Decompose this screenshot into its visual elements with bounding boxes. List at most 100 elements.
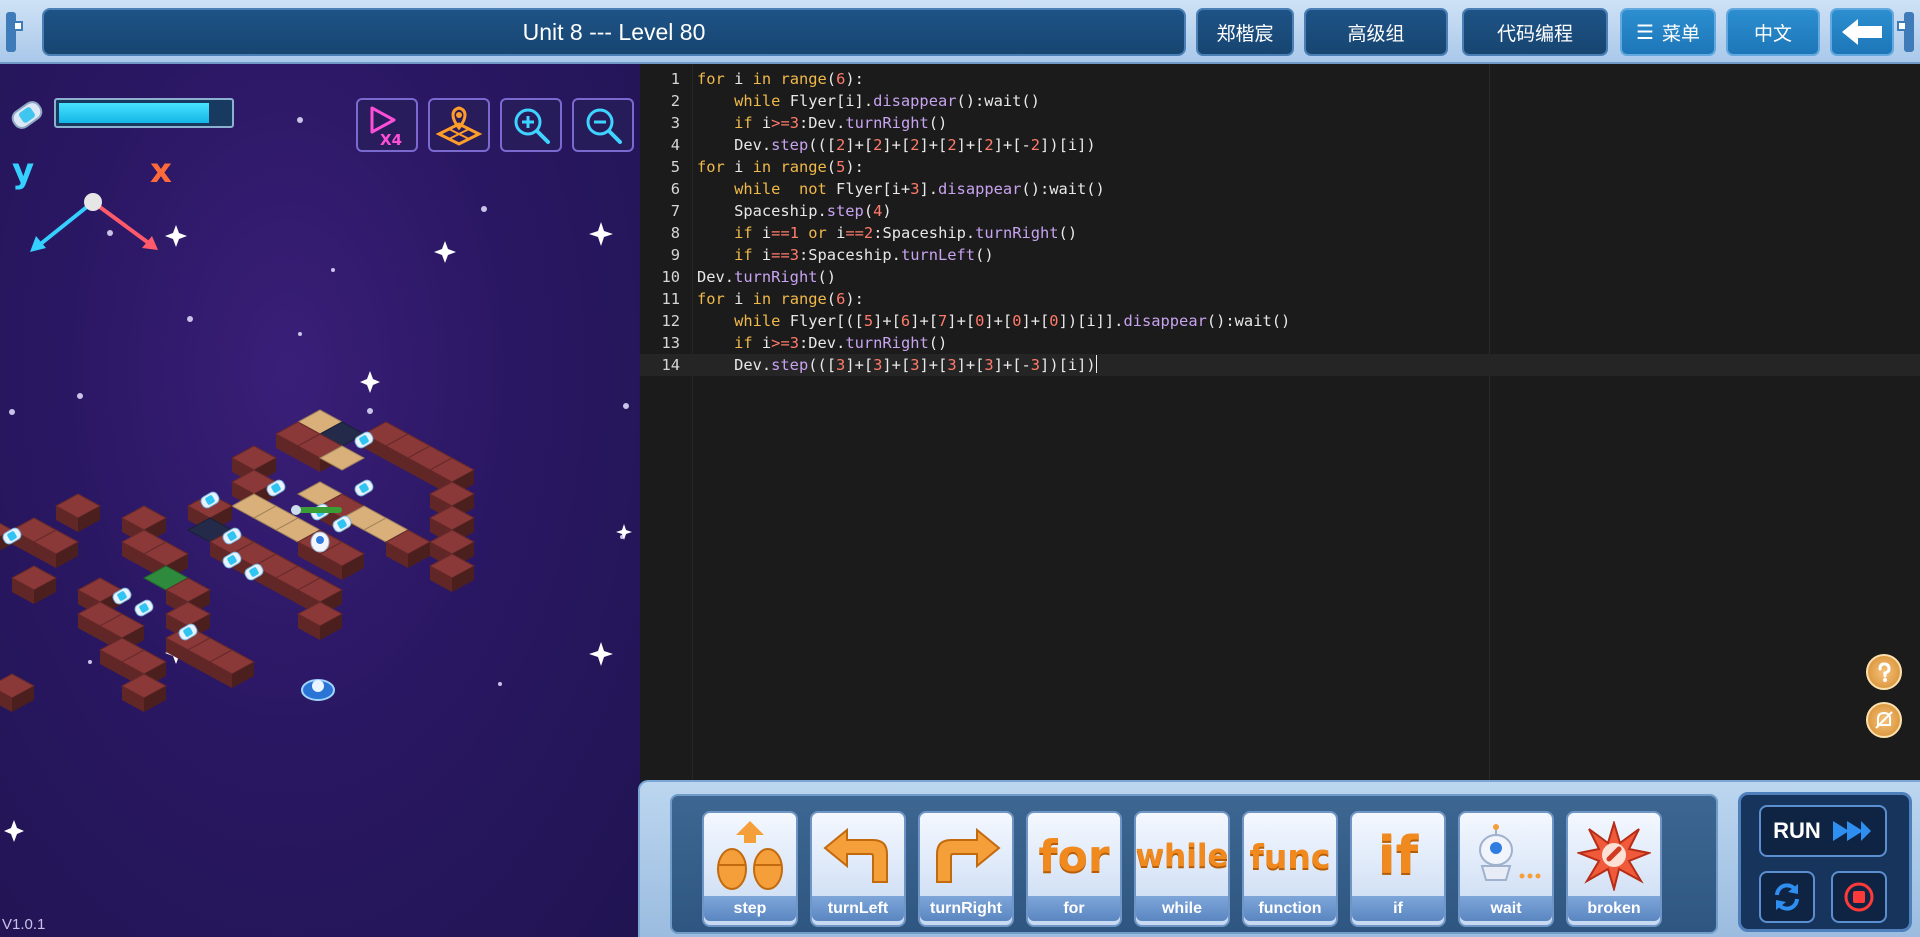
- if-command-button[interactable]: if if: [1350, 811, 1446, 927]
- question-mark-icon: [1878, 662, 1891, 682]
- language-button[interactable]: 中文: [1726, 8, 1820, 56]
- code-text[interactable]: Dev.turnRight(): [697, 266, 836, 288]
- flyer-capsule-icon: [134, 599, 154, 617]
- command-tray: step turnLeft turnRight for for while wh…: [670, 794, 1718, 934]
- turn-right-command-button[interactable]: turnRight: [918, 811, 1014, 927]
- code-line[interactable]: 2 while Flyer[i].disappear():wait(): [640, 90, 1920, 112]
- function-label: function: [1244, 896, 1336, 921]
- mute-notifications-button[interactable]: [1866, 702, 1902, 738]
- line-number: 5: [670, 158, 680, 176]
- zoom-out-icon: [586, 108, 622, 144]
- panel-corner-ornament-icon: [1897, 12, 1914, 52]
- board-tile: [54, 493, 102, 532]
- code-text[interactable]: if i>=3:Dev.turnRight(): [697, 112, 947, 134]
- for-command-button[interactable]: for for: [1026, 811, 1122, 927]
- line-number: 3: [670, 114, 680, 132]
- if-label: if: [1352, 896, 1444, 921]
- explosion-icon: [1577, 821, 1651, 891]
- level-title: Unit 8 --- Level 80: [42, 8, 1186, 56]
- line-number: 14: [661, 356, 680, 374]
- speed-x4-button[interactable]: X4: [356, 98, 418, 152]
- code-text[interactable]: Dev.step(([2]+[2]+[2]+[2]+[2]+[-2])[i]): [697, 134, 1096, 156]
- code-line[interactable]: 10 Dev.turnRight(): [640, 266, 1920, 288]
- top-bar: Unit 8 --- Level 80 郑楷宸 高级组 代码编程 ☰ 菜单 中文: [0, 0, 1920, 64]
- map-location-button[interactable]: [428, 98, 490, 152]
- code-text[interactable]: for i in range(6):: [697, 68, 864, 90]
- while-label: while: [1136, 896, 1228, 921]
- turn-left-command-button[interactable]: turnLeft: [810, 811, 906, 927]
- code-line[interactable]: 7 Spaceship.step(4): [640, 200, 1920, 222]
- code-text[interactable]: while not Flyer[i+3].disappear():wait(): [697, 178, 1105, 200]
- step-command-button[interactable]: step: [702, 811, 798, 927]
- code-text[interactable]: for i in range(6):: [697, 288, 864, 310]
- zoom-out-button[interactable]: [572, 98, 634, 152]
- code-text[interactable]: if i==3:Spaceship.turnLeft(): [697, 244, 994, 266]
- back-button[interactable]: [1830, 8, 1894, 56]
- code-text[interactable]: Dev.step(([3]+[3]+[3]+[3]+[3]+[-3])[i]): [697, 354, 1097, 376]
- code-editor[interactable]: 1 for i in range(6): 2 while Flyer[i].disa…: [640, 64, 1920, 780]
- wait-command-button[interactable]: wait: [1458, 811, 1554, 927]
- code-text[interactable]: Spaceship.step(4): [697, 200, 892, 222]
- text-cursor: [1095, 355, 1097, 373]
- code-line[interactable]: 3 if i>=3:Dev.turnRight(): [640, 112, 1920, 134]
- code-line[interactable]: 12 while Flyer[([5]+[6]+[7]+[0]+[0]+[0])…: [640, 310, 1920, 332]
- version-label: V1.0.1: [2, 916, 46, 933]
- code-line[interactable]: 4 Dev.step(([2]+[2]+[2]+[2]+[2]+[-2])[i]…: [640, 134, 1920, 156]
- panel-corner-ornament-icon: [6, 12, 23, 52]
- speed-x4-icon: X4: [370, 106, 402, 148]
- while-keyword-icon: while: [1135, 838, 1229, 874]
- board-tile: [120, 673, 168, 712]
- code-text[interactable]: while Flyer[([5]+[6]+[7]+[0]+[0]+[0])[i]…: [697, 310, 1290, 332]
- code-text[interactable]: for i in range(5):: [697, 156, 864, 178]
- energy-bar: [54, 98, 234, 128]
- line-number: 11: [661, 290, 680, 308]
- code-line[interactable]: 11 for i in range(6):: [640, 288, 1920, 310]
- board-tile: [428, 553, 476, 592]
- line-number: 13: [661, 334, 680, 352]
- line-number: 6: [670, 180, 680, 198]
- code-line[interactable]: 14 Dev.step(([3]+[3]+[3]+[3]+[3]+[-3])[i…: [640, 354, 1920, 376]
- energy-capsule-icon: [11, 101, 43, 129]
- bell-off-icon: [1875, 711, 1893, 729]
- stop-icon: [1844, 882, 1874, 912]
- map-pin-icon: [435, 106, 483, 146]
- step-label: step: [704, 896, 796, 921]
- group-button[interactable]: 高级组: [1304, 8, 1448, 56]
- user-name-button[interactable]: 郑楷宸: [1196, 8, 1294, 56]
- energy-bar-fill: [59, 103, 209, 123]
- mode-button[interactable]: 代码编程: [1462, 8, 1608, 56]
- broken-command-button[interactable]: broken: [1566, 811, 1662, 927]
- function-command-button[interactable]: func function: [1242, 811, 1338, 927]
- code-text[interactable]: if i==1 or i==2:Spaceship.turnRight(): [697, 222, 1077, 244]
- reset-button[interactable]: [1759, 871, 1815, 923]
- code-line[interactable]: 13 if i>=3:Dev.turnRight(): [640, 332, 1920, 354]
- stop-button[interactable]: [1831, 871, 1887, 923]
- help-button[interactable]: [1866, 654, 1902, 690]
- menu-label: 菜单: [1661, 23, 1700, 45]
- code-line[interactable]: 6 while not Flyer[i+3].disappear():wait(…: [640, 178, 1920, 200]
- while-command-button[interactable]: while while: [1134, 811, 1230, 927]
- fast-forward-icon: [1832, 821, 1871, 841]
- board-tile: [0, 673, 36, 712]
- code-line[interactable]: 8 if i==1 or i==2:Spaceship.turnRight(): [640, 222, 1920, 244]
- zoom-in-button[interactable]: [500, 98, 562, 152]
- code-line[interactable]: 9 if i==3:Spaceship.turnLeft(): [640, 244, 1920, 266]
- code-line[interactable]: 5 for i in range(5):: [640, 156, 1920, 178]
- code-line[interactable]: 1 for i in range(6):: [640, 68, 1920, 90]
- for-label: for: [1028, 896, 1120, 921]
- game-view[interactable]: X4 y x V1.0.1: [0, 64, 640, 937]
- line-number: 12: [661, 312, 680, 330]
- run-controls: RUN: [1738, 792, 1912, 932]
- arrow-left-icon: [1842, 19, 1882, 45]
- for-keyword-icon: for: [1038, 830, 1110, 882]
- run-button[interactable]: RUN: [1759, 805, 1887, 857]
- y-axis-label: y: [12, 151, 34, 191]
- turn-left-arrow-icon: [823, 827, 888, 883]
- if-keyword-icon: if: [1377, 826, 1419, 886]
- code-text[interactable]: while Flyer[i].disappear():wait(): [697, 90, 1040, 112]
- menu-button[interactable]: ☰ 菜单: [1620, 8, 1716, 56]
- code-text[interactable]: if i>=3:Dev.turnRight(): [697, 332, 947, 354]
- line-number: 1: [670, 70, 680, 88]
- line-number: 9: [670, 246, 680, 264]
- board-tile: [296, 601, 344, 640]
